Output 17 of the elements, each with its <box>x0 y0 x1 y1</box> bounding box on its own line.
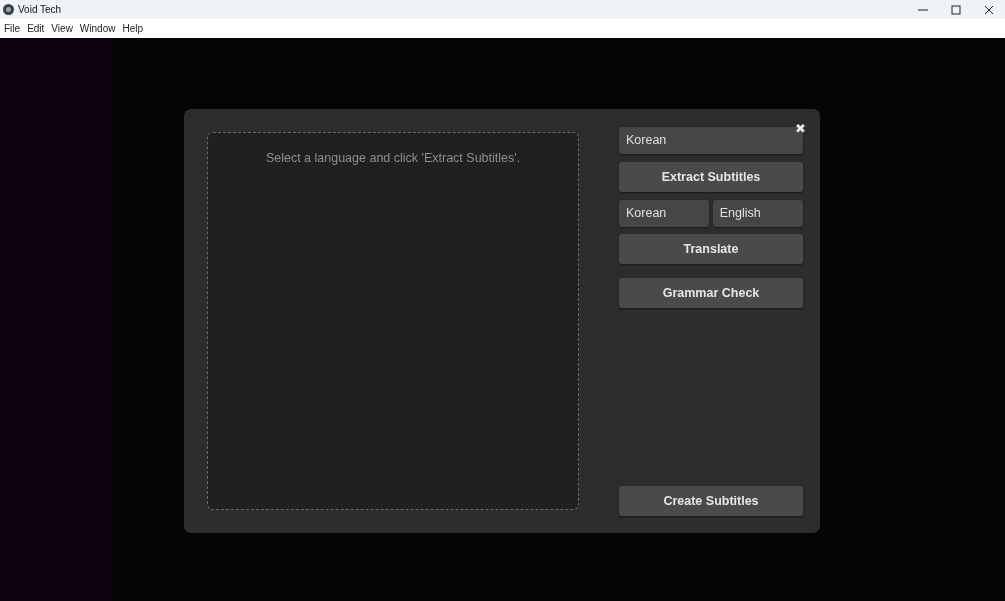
target-language-select[interactable]: English <box>712 200 803 227</box>
translate-button[interactable]: Translate <box>619 234 803 264</box>
create-subtitles-button[interactable]: Create Subtitles <box>619 486 803 516</box>
close-icon[interactable] <box>983 4 994 15</box>
grammar-check-button[interactable]: Grammar Check <box>619 278 803 308</box>
menu-item[interactable]: Window <box>75 21 119 36</box>
menu-item[interactable]: Edit <box>23 21 48 36</box>
maximize-icon[interactable] <box>950 4 961 15</box>
menu-item[interactable]: Help <box>118 21 146 36</box>
drop-area[interactable]: Select a language and click 'Extract Subtitles'. <box>207 132 579 510</box>
extract-subtitles-button[interactable]: Extract Subtitles <box>619 162 803 192</box>
menu-item[interactable]: File <box>0 21 24 36</box>
menu-item[interactable]: View <box>47 21 76 36</box>
source-language-select[interactable]: Korean <box>619 200 709 227</box>
window-title: Void Tech <box>18 3 62 17</box>
instruction-text: Select a language and click 'Extract Subtitles'. <box>265 151 521 165</box>
app-logo-icon <box>3 4 14 15</box>
